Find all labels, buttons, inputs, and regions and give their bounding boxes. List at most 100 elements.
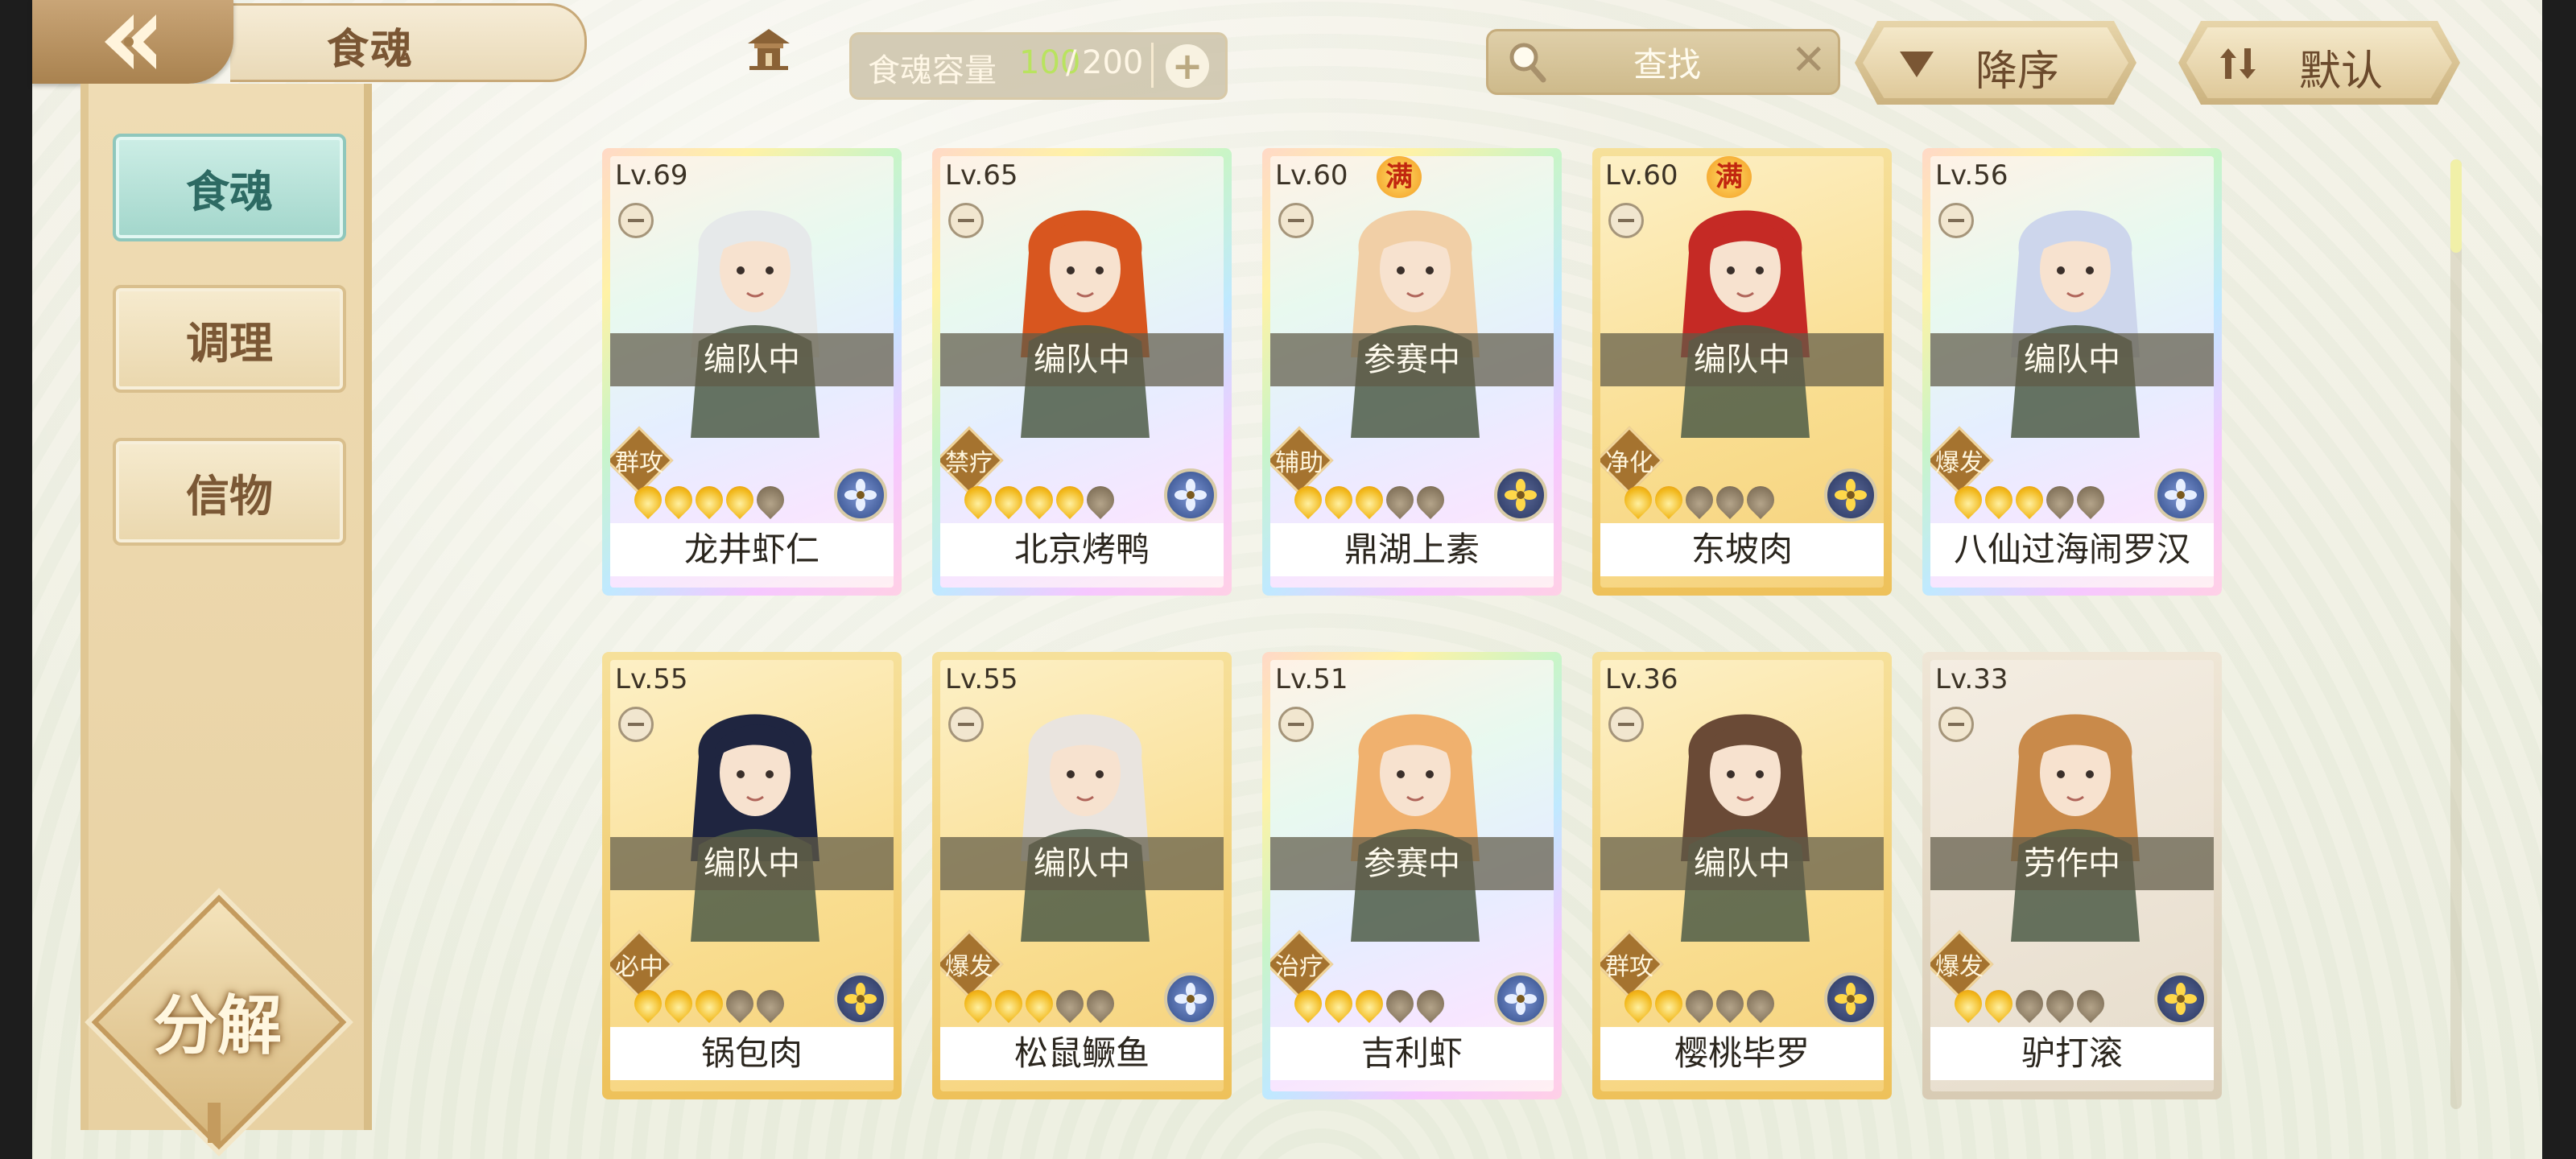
minus-circle-icon	[1278, 707, 1314, 742]
screen-edge-left	[0, 0, 32, 1159]
element-emblem-icon	[834, 972, 887, 1025]
rarity-flames	[628, 480, 791, 520]
flame-icon	[1948, 984, 1988, 1024]
food-soul-card[interactable]: Lv.65 编队中 禁疗 北京烤鸭	[932, 148, 1232, 596]
expand-capacity-button[interactable]: +	[1166, 44, 1209, 88]
status-banner: 编队中	[1600, 333, 1884, 386]
card-face: Lv.69 编队中 群攻 龙井虾仁	[610, 156, 894, 588]
role-badge: 爆发	[940, 930, 1004, 999]
food-soul-card[interactable]: Lv.56 编队中 爆发 八仙过海闹罗汉	[1922, 148, 2222, 596]
flame-icon	[720, 984, 760, 1024]
tab-food-souls[interactable]: 食魂	[113, 134, 346, 241]
flame-icon	[720, 480, 760, 520]
character-portrait	[2011, 714, 2140, 942]
minus-circle-icon	[618, 707, 654, 742]
flame-icon	[1288, 480, 1328, 520]
minus-circle-icon	[948, 707, 984, 742]
role-label: 禁疗	[945, 449, 993, 477]
rarity-flames	[1948, 984, 2111, 1024]
triangle-down-icon	[1900, 52, 1934, 77]
filter-label: 默认	[2299, 47, 2384, 96]
role-label: 群攻	[1605, 953, 1653, 981]
filter-default-button[interactable]: 默认	[2178, 21, 2460, 105]
element-emblem-icon	[1494, 468, 1547, 522]
flame-icon	[989, 480, 1029, 520]
flame-icon	[1019, 480, 1059, 520]
tab-label: 信物	[186, 469, 273, 522]
back-button[interactable]	[32, 0, 233, 84]
role-badge: 净化	[1600, 426, 1664, 495]
divider	[1151, 43, 1154, 88]
role-badge: 辅助	[1270, 426, 1334, 495]
food-soul-name: 东坡肉	[1600, 523, 1884, 576]
character-portrait	[1681, 714, 1810, 942]
food-soul-card[interactable]: Lv.60 满编队中 净化 东坡肉	[1592, 148, 1892, 596]
capacity-max: 200	[1082, 44, 1144, 81]
food-soul-name: 鼎湖上素	[1270, 523, 1554, 576]
level-label: Lv.33	[1935, 663, 2008, 695]
flame-icon	[1380, 480, 1420, 520]
flame-icon	[1080, 480, 1121, 520]
status-banner: 劳作中	[1930, 837, 2214, 890]
food-soul-card[interactable]: Lv.55 编队中 爆发 松鼠鳜鱼	[932, 652, 1232, 1099]
search-field[interactable]: 查找 ✕	[1486, 29, 1840, 95]
flame-icon	[750, 480, 791, 520]
food-soul-name: 龙井虾仁	[610, 523, 894, 576]
flame-icon	[1288, 984, 1328, 1024]
screen-edge-right	[2542, 0, 2576, 1159]
minus-circle-icon	[1278, 203, 1314, 238]
flame-icon	[1710, 480, 1750, 520]
card-face: Lv.65 编队中 禁疗 北京烤鸭	[940, 156, 1224, 588]
flame-icon	[628, 984, 668, 1024]
food-soul-card[interactable]: Lv.69 编队中 群攻 龙井虾仁	[602, 148, 902, 596]
role-badge: 群攻	[610, 426, 674, 495]
flame-icon	[1740, 984, 1781, 1024]
capacity-display: 食魂容量 100 / 200 +	[849, 32, 1228, 100]
flame-icon	[1618, 480, 1658, 520]
status-banner: 编队中	[940, 837, 1224, 890]
element-emblem-icon	[2154, 468, 2207, 522]
title-plate: 食魂	[230, 3, 790, 82]
clear-search-icon[interactable]: ✕	[1791, 36, 1827, 85]
capacity-separator: /	[1066, 44, 1077, 81]
home-button[interactable]	[741, 20, 797, 76]
food-soul-card[interactable]: Lv.55 编队中 必中 锅包肉	[602, 652, 902, 1099]
minus-circle-icon	[1608, 203, 1644, 238]
character-portrait	[1021, 210, 1150, 438]
food-soul-card[interactable]: Lv.60 满参赛中 辅助 鼎湖上素	[1262, 148, 1562, 596]
status-banner: 参赛中	[1270, 333, 1554, 386]
flame-icon	[2070, 480, 2111, 520]
level-label: Lv.60	[1275, 159, 1348, 192]
max-level-badge: 满	[1707, 156, 1752, 198]
sort-order-button[interactable]: 降序	[1855, 21, 2136, 105]
food-soul-card[interactable]: Lv.51 参赛中 治疗 吉利虾	[1262, 652, 1562, 1099]
level-label: Lv.51	[1275, 663, 1348, 695]
tab-keepsakes[interactable]: 信物	[113, 438, 346, 546]
food-soul-name: 驴打滚	[1930, 1027, 2214, 1080]
scroll-thumb[interactable]	[2450, 159, 2462, 253]
flame-icon	[2040, 984, 2080, 1024]
minus-circle-icon	[1608, 707, 1644, 742]
decompose-label[interactable]: 分解	[129, 974, 306, 1067]
flame-icon	[1410, 480, 1451, 520]
flame-icon	[1979, 984, 2019, 1024]
card-face: Lv.56 编队中 爆发 八仙过海闹罗汉	[1930, 156, 2214, 588]
role-badge: 群攻	[1600, 930, 1664, 999]
character-portrait	[1021, 714, 1150, 942]
character-portrait	[1681, 210, 1810, 438]
card-face: Lv.51 参赛中 治疗 吉利虾	[1270, 660, 1554, 1091]
flame-icon	[2070, 984, 2111, 1024]
flame-icon	[958, 984, 998, 1024]
tab-seasoning[interactable]: 调理	[113, 285, 346, 393]
character-portrait	[1351, 714, 1480, 942]
flame-icon	[989, 984, 1029, 1024]
food-soul-card[interactable]: Lv.33 劳作中 爆发 驴打滚	[1922, 652, 2222, 1099]
character-portrait	[1351, 210, 1480, 438]
status-banner: 参赛中	[1270, 837, 1554, 890]
food-soul-name: 北京烤鸭	[940, 523, 1224, 576]
search-label: 查找	[1633, 45, 1702, 85]
scrollbar[interactable]	[2450, 159, 2462, 1109]
flame-icon	[1649, 984, 1689, 1024]
food-soul-card[interactable]: Lv.36 编队中 群攻 樱桃毕罗	[1592, 652, 1892, 1099]
element-emblem-icon	[2154, 972, 2207, 1025]
